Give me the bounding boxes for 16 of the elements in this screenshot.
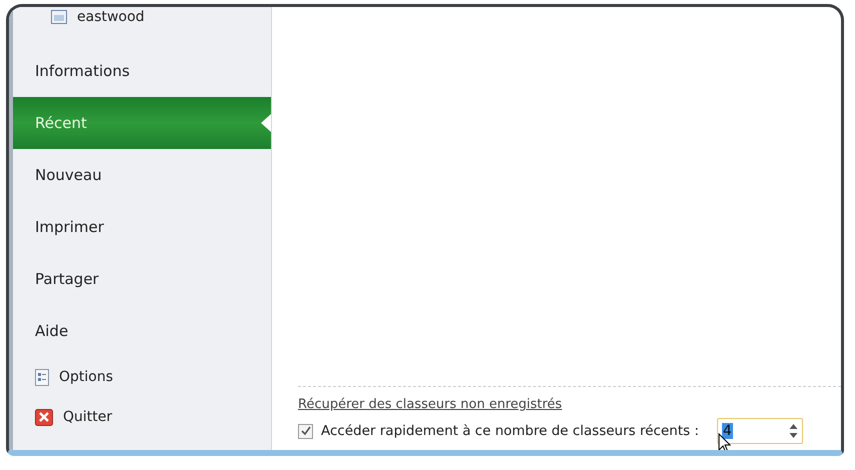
- recent-file-name[interactable]: eastwood: [77, 8, 144, 26]
- menu-item[interactable]: Informations: [13, 45, 271, 97]
- spin-arrows-icon[interactable]: [788, 423, 798, 439]
- menu-item[interactable]: Quitter: [13, 397, 271, 437]
- checkbox-label: Accéder rapidement à ce nombre de classeurs récents :: [321, 423, 699, 439]
- spreadsheet-file-icon: [51, 10, 67, 24]
- close-icon: [35, 408, 53, 426]
- menu-item[interactable]: Imprimer: [13, 201, 271, 253]
- menu-item[interactable]: Partager: [13, 253, 271, 305]
- menu-item[interactable]: Aide: [13, 305, 271, 357]
- mouse-pointer-icon: [718, 433, 732, 450]
- recover-unsaved-link[interactable]: Récupérer des classeurs non enregistrés: [298, 397, 562, 412]
- menu-item[interactable]: Nouveau: [13, 149, 271, 201]
- options-document-icon: [35, 368, 49, 386]
- menu-item[interactable]: Options: [13, 357, 271, 397]
- checkbox[interactable]: [298, 424, 313, 438]
